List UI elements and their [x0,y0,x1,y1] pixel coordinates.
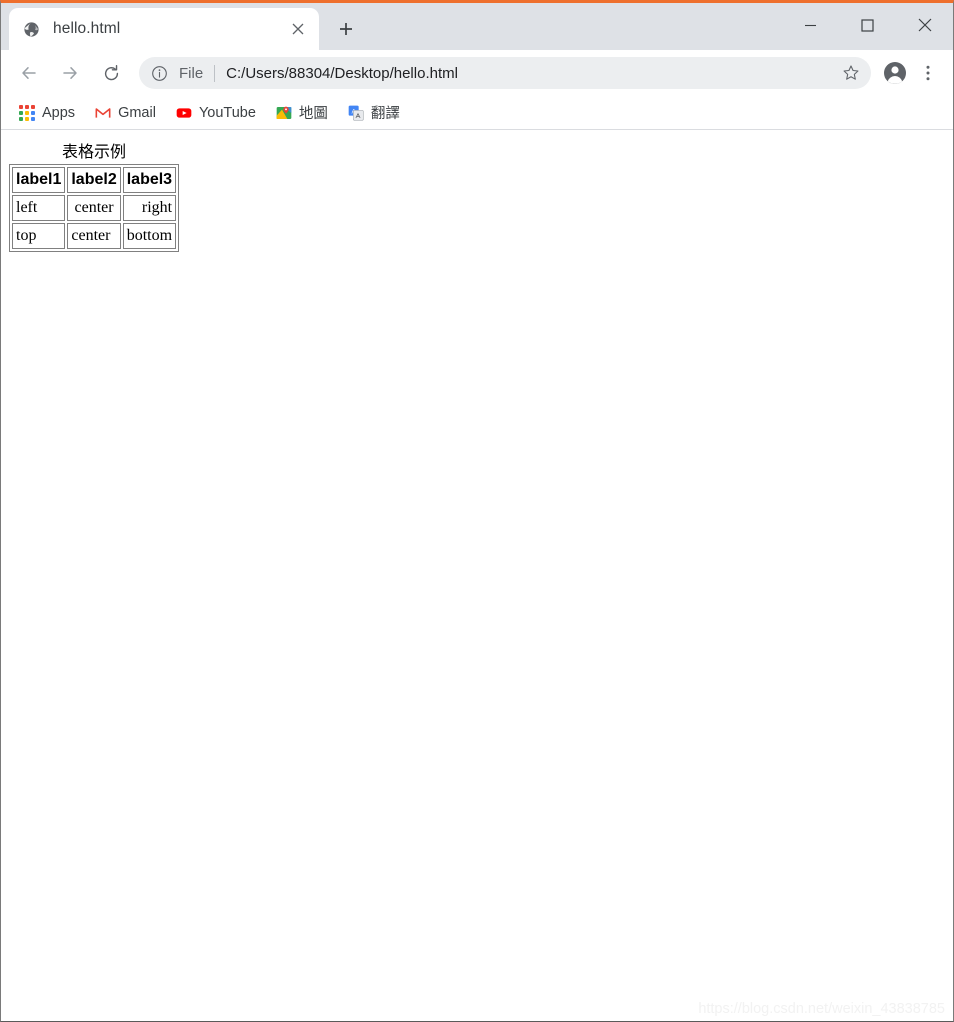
omnibox-separator [214,64,216,82]
bookmark-star-icon[interactable] [837,59,865,87]
info-circle-icon[interactable] [151,65,168,82]
table-caption: 表格示例 [62,144,127,161]
tab-strip: hello.html [1,3,953,50]
tab-title: hello.html [53,20,121,37]
watermark: https://blog.csdn.net/weixin_43838785 [698,1001,945,1017]
table-header-row: label1 label2 label3 [12,167,177,193]
reload-icon [104,64,118,80]
three-dots-icon [926,65,930,81]
bookmark-label: Apps [42,104,76,121]
maximize-icon [861,18,874,32]
minimize-icon [805,24,816,26]
table-cell: center [67,223,121,249]
minimize-button[interactable] [782,3,839,47]
table-row: top center bottom [12,223,177,249]
close-x-glyph [292,23,304,35]
google-translate-icon: A [348,105,364,121]
bookmarks-bar: Apps Gmail YouTube 地圖 翻譯 [1,96,953,130]
forward-button[interactable] [53,56,87,90]
bookmark-label: YouTube [198,104,256,121]
table-header-cell: label3 [122,167,177,193]
page-body: 表格示例 label1 label2 label3 left center ri… [1,130,953,260]
scheme-label: File [179,64,204,82]
close-icon[interactable] [287,18,309,40]
address-bar[interactable]: File C:/Users/88304/Desktop/hello.html [139,57,871,89]
bookmark-maps[interactable]: 地圖 [268,100,336,126]
chrome-menu-button[interactable] [914,58,942,88]
apps-grid-icon [19,104,35,121]
reload-button[interactable] [94,56,128,90]
bookmark-label: 地圖 [298,106,328,122]
back-button[interactable] [12,56,46,90]
new-tab-button[interactable] [329,12,363,46]
maximize-button[interactable] [839,3,896,47]
star-glyph [843,65,859,80]
url-text[interactable]: C:/Users/88304/Desktop/hello.html [226,65,837,82]
browser-toolbar: File C:/Users/88304/Desktop/hello.html [1,50,953,96]
bookmark-translate[interactable]: A 翻譯 [340,100,408,126]
bookmark-label: 翻譯 [370,106,400,122]
google-maps-icon [276,106,292,119]
arrow-left-icon [22,67,36,79]
table-header-cell: label2 [67,167,121,193]
plus-icon [340,23,352,35]
table-cell: left [12,195,66,221]
person-icon [884,62,906,84]
table-cell: right [122,195,177,221]
table-cell: bottom [122,223,177,249]
table-row: left center right [12,195,177,221]
arrow-right-icon [63,67,77,79]
profile-avatar[interactable] [880,58,910,88]
window-controls [782,3,953,47]
bookmark-apps[interactable]: Apps [11,100,83,126]
close-window-button[interactable] [896,3,953,47]
bookmark-label: Gmail [118,104,156,121]
youtube-icon [176,107,192,118]
demo-table: 表格示例 label1 label2 label3 left center ri… [9,138,180,252]
screenshot-root: hello.html File C:/Users/88304/Desktop/h… [0,0,954,1022]
page-viewport: 表格示例 label1 label2 label3 left center ri… [1,130,953,1021]
gmail-icon [95,107,111,118]
table-header-cell: label1 [12,167,66,193]
close-window-icon [918,18,931,32]
table-cell: top [12,223,66,249]
tab-hello-html[interactable]: hello.html [9,8,319,50]
bookmark-youtube[interactable]: YouTube [168,100,264,126]
globe-icon [24,21,39,37]
browser-window: hello.html File C:/Users/88304/Desktop/h… [0,0,954,1022]
bookmark-gmail[interactable]: Gmail [87,100,164,126]
table-cell: center [67,195,121,221]
